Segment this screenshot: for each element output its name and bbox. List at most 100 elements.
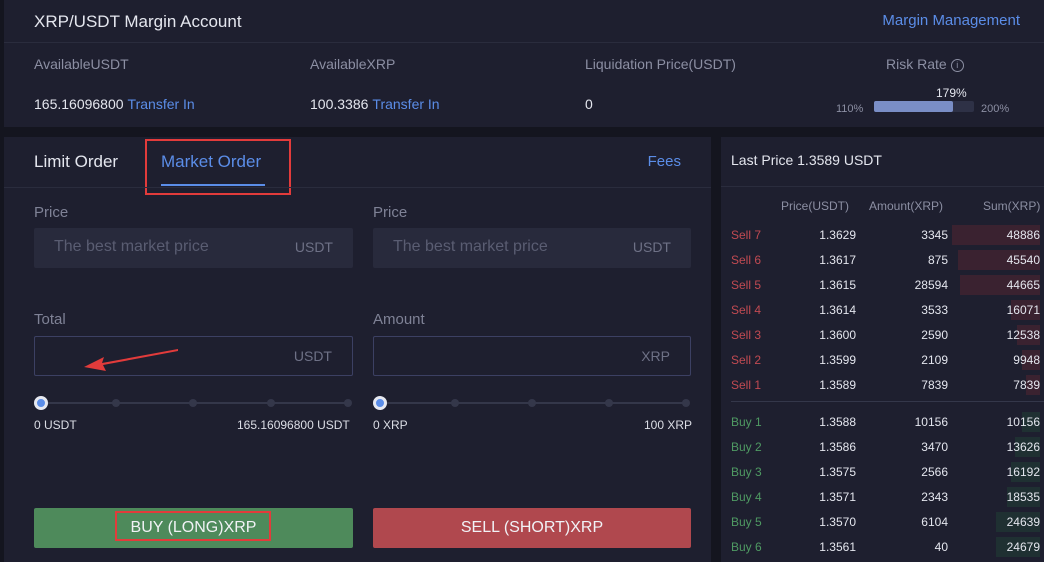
tab-limit-order[interactable]: Limit Order <box>34 152 118 172</box>
divider <box>731 401 1044 402</box>
sell-percent-slider[interactable] <box>373 396 692 410</box>
buy-order-row[interactable]: Buy 4 1.3571 2343 18535 <box>721 487 1044 507</box>
order-price: 1.3588 <box>819 415 856 429</box>
buy-order-row[interactable]: Buy 1 1.3588 10156 10156 <box>721 412 1044 432</box>
order-label: Buy 1 <box>731 415 762 429</box>
order-sum: 16071 <box>1006 303 1040 317</box>
risk-rate-text: Risk Rate <box>886 56 947 72</box>
slider-step[interactable] <box>451 399 459 407</box>
order-label: Sell 7 <box>731 228 762 242</box>
order-amount: 2109 <box>921 353 948 367</box>
total-input[interactable]: USDT <box>34 336 353 376</box>
order-amount: 2566 <box>921 465 948 479</box>
order-amount: 40 <box>934 540 948 554</box>
slider-step[interactable] <box>267 399 275 407</box>
order-sum: 13626 <box>1006 440 1040 454</box>
amount-input[interactable]: XRP <box>373 336 691 376</box>
risk-rate-label: Risk Rate i <box>886 56 964 72</box>
order-price: 1.3614 <box>819 303 856 317</box>
slider-knob[interactable] <box>373 396 387 410</box>
sell-short-button[interactable]: SELL (SHORT)XRP <box>373 508 691 548</box>
order-label: Buy 5 <box>731 515 762 529</box>
account-title: XRP/USDT Margin Account <box>34 12 242 31</box>
order-amount: 2343 <box>921 490 948 504</box>
transfer-in-xrp-link[interactable]: Transfer In <box>372 96 439 112</box>
tabs-divider <box>4 187 711 188</box>
available-usdt-label: AvailableUSDT <box>34 56 129 72</box>
order-label: Sell 1 <box>731 378 762 392</box>
order-amount: 3345 <box>921 228 948 242</box>
order-book: Last Price 1.3589 USDT Price(USDT) Amoun… <box>721 137 1044 562</box>
slider-step[interactable] <box>605 399 613 407</box>
buy-slider-max: 165.16096800 USDT <box>237 418 350 432</box>
buy-price-field: The best market price USDT <box>34 228 353 268</box>
header-amount: Amount(XRP) <box>869 199 944 213</box>
slider-step[interactable] <box>344 399 352 407</box>
order-sum: 24679 <box>1006 540 1040 554</box>
available-xrp-value: 100.3386 <box>310 96 369 112</box>
buy-price-unit: USDT <box>294 239 333 255</box>
buy-price-placeholder: The best market price <box>54 238 209 255</box>
buy-order-row[interactable]: Buy 6 1.3561 40 24679 <box>721 537 1044 557</box>
slider-step[interactable] <box>189 399 197 407</box>
sell-price-field: The best market price USDT <box>373 228 691 268</box>
header-sum: Sum(XRP) <box>983 199 1041 213</box>
available-usdt: 165.16096800 Transfer In <box>34 96 195 112</box>
risk-rate-fill <box>874 101 953 112</box>
order-price: 1.3599 <box>819 353 856 367</box>
order-sum: 7839 <box>1013 378 1040 392</box>
order-price: 1.3589 <box>819 378 856 392</box>
order-price: 1.3570 <box>819 515 856 529</box>
sell-order-row[interactable]: Sell 4 1.3614 3533 16071 <box>721 300 1044 320</box>
order-price: 1.3586 <box>819 440 856 454</box>
order-label: Sell 4 <box>731 303 762 317</box>
order-amount: 875 <box>927 253 948 267</box>
transfer-in-usdt-link[interactable]: Transfer In <box>128 96 195 112</box>
order-label: Sell 6 <box>731 253 762 267</box>
risk-rate-min: 110% <box>836 103 864 115</box>
order-price: 1.3571 <box>819 490 856 504</box>
liquidation-price-label: Liquidation Price(USDT) <box>585 56 736 72</box>
sell-slider-min: 0 XRP <box>373 418 408 432</box>
last-price: Last Price 1.3589 USDT <box>731 152 882 168</box>
order-amount: 3470 <box>921 440 948 454</box>
order-panel: Limit Order Market Order Fees Price The … <box>4 137 711 562</box>
info-icon[interactable]: i <box>950 59 964 72</box>
order-sum: 9948 <box>1013 353 1040 367</box>
sell-order-row[interactable]: Sell 1 1.3589 7839 7839 <box>721 375 1044 395</box>
divider <box>721 186 1044 187</box>
order-sum: 18535 <box>1006 490 1040 504</box>
slider-step[interactable] <box>682 399 690 407</box>
buy-order-row[interactable]: Buy 5 1.3570 6104 24639 <box>721 512 1044 532</box>
sell-order-row[interactable]: Sell 2 1.3599 2109 9948 <box>721 350 1044 370</box>
tab-market-order[interactable]: Market Order <box>161 152 261 172</box>
buy-percent-slider[interactable] <box>34 396 354 410</box>
total-unit: USDT <box>293 348 332 364</box>
order-label: Sell 5 <box>731 278 762 292</box>
sell-price-label: Price <box>373 204 408 221</box>
order-sum: 48886 <box>1006 228 1040 242</box>
divider <box>4 42 1044 43</box>
fees-link[interactable]: Fees <box>648 153 681 170</box>
buy-order-row[interactable]: Buy 2 1.3586 3470 13626 <box>721 437 1044 457</box>
amount-label: Amount <box>373 311 425 328</box>
order-sum: 45540 <box>1006 253 1040 267</box>
sell-order-row[interactable]: Sell 3 1.3600 2590 12538 <box>721 325 1044 345</box>
order-label: Sell 3 <box>731 328 762 342</box>
slider-knob[interactable] <box>34 396 48 410</box>
header-price: Price(USDT) <box>781 199 849 213</box>
slider-step[interactable] <box>528 399 536 407</box>
order-label: Buy 6 <box>731 540 762 554</box>
order-sum: 44665 <box>1006 278 1040 292</box>
sell-order-row[interactable]: Sell 5 1.3615 28594 44665 <box>721 275 1044 295</box>
available-xrp: 100.3386 Transfer In <box>310 96 440 112</box>
order-label: Buy 2 <box>731 440 762 454</box>
sell-order-row[interactable]: Sell 7 1.3629 3345 48886 <box>721 225 1044 245</box>
buy-long-button[interactable]: BUY (LONG)XRP <box>34 508 353 548</box>
slider-step[interactable] <box>112 399 120 407</box>
buy-order-row[interactable]: Buy 3 1.3575 2566 16192 <box>721 462 1044 482</box>
sell-order-row[interactable]: Sell 6 1.3617 875 45540 <box>721 250 1044 270</box>
margin-management-link[interactable]: Margin Management <box>882 12 1020 29</box>
order-amount: 7839 <box>921 378 948 392</box>
order-price: 1.3629 <box>819 228 856 242</box>
